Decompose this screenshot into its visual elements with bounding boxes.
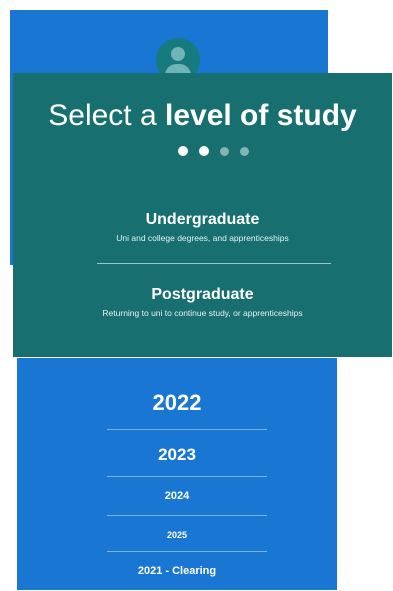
level-of-study-panel: Select a level of study Undergraduate Un… <box>13 73 392 357</box>
year-option[interactable]: 2024 <box>17 490 337 502</box>
option-undergraduate[interactable]: Undergraduate Uni and college degrees, a… <box>13 210 392 244</box>
option-label: Undergraduate <box>145 211 260 228</box>
divider <box>97 263 331 264</box>
divider <box>107 515 267 516</box>
year-option[interactable]: 2025 <box>17 530 337 540</box>
option-description: Uni and college degrees, and apprentices… <box>116 233 289 243</box>
screen: Select a level of study Undergraduate Un… <box>0 0 393 591</box>
divider <box>107 551 267 552</box>
divider <box>107 429 267 430</box>
option-description: Returning to uni to continue study, or a… <box>102 308 303 318</box>
step-dot-4 <box>240 147 249 156</box>
year-option-selected[interactable]: 2022 <box>17 390 337 416</box>
title-light: Select a <box>48 99 165 132</box>
step-dot-3 <box>220 147 229 156</box>
step-dot-1 <box>178 146 188 156</box>
year-option[interactable]: 2023 <box>17 445 337 465</box>
divider <box>107 476 267 477</box>
title-bold: level of study <box>165 99 357 132</box>
page-title: Select a level of study <box>13 99 392 133</box>
step-dot-2 <box>199 146 209 156</box>
year-option-clearing[interactable]: 2021 - Clearing <box>17 565 337 577</box>
option-label: Postgraduate <box>151 286 254 303</box>
step-indicator <box>178 146 249 156</box>
option-postgraduate[interactable]: Postgraduate Returning to uni to continu… <box>13 285 392 319</box>
avatar-head <box>171 47 185 61</box>
year-picker: 2022 2023 2024 2025 2021 - Clearing <box>17 358 337 590</box>
